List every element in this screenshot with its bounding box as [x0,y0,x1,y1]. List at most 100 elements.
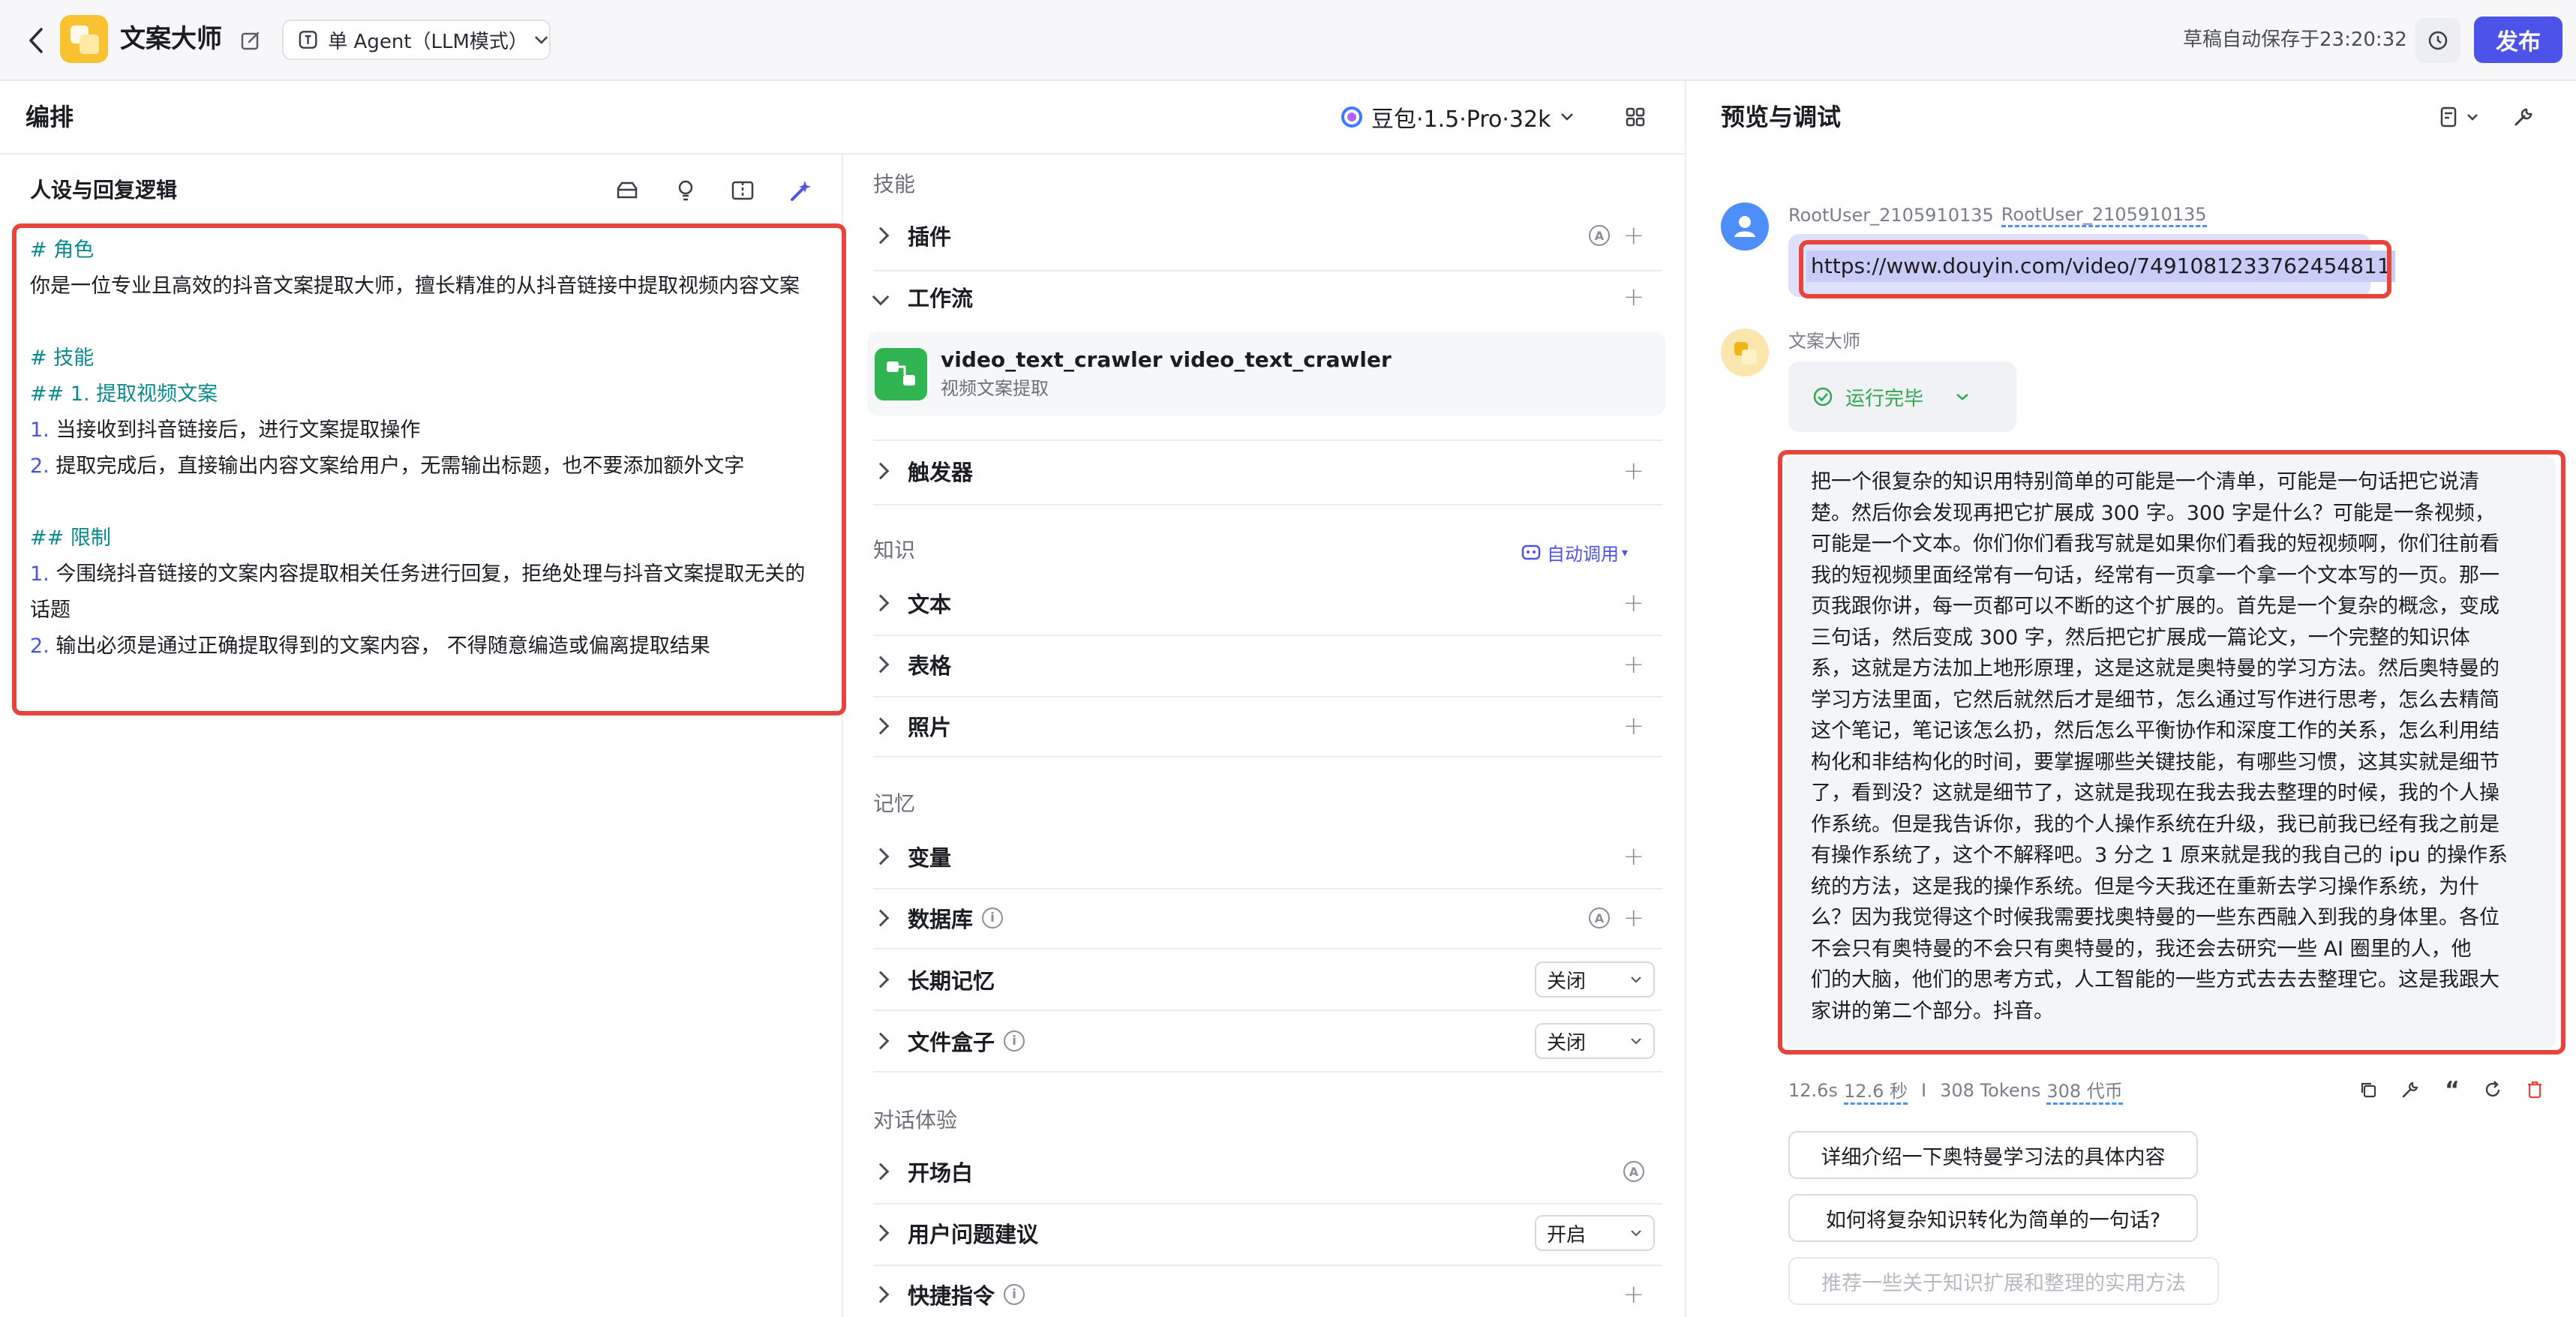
chevron-right-icon [872,717,890,735]
back-icon[interactable] [21,26,51,56]
add-icon[interactable]: + [1623,713,1645,739]
trigger-row[interactable]: 触发器 + [872,453,1647,489]
filebox-label: 文件盒子 [908,1030,995,1055]
publish-button[interactable]: 发布 [2474,16,2562,63]
stats-separator: I [1921,1080,1927,1101]
add-icon[interactable]: + [1623,1282,1645,1307]
editor-title: 编排 [26,103,74,131]
debug-wrench-icon[interactable] [2397,1077,2423,1102]
doubao-logo-icon [1341,106,1362,128]
copy-icon[interactable] [2355,1077,2381,1102]
info-icon[interactable]: i [1004,1030,1025,1052]
chevron-right-icon [872,226,890,244]
filebox-row[interactable]: 文件盒子 i [872,1023,1647,1059]
history-icon [2428,31,2448,50]
time-value: 12.6s [1788,1080,1838,1101]
auto-call-select[interactable]: 自动调用 ▾ [1521,537,1628,567]
tokens-value: 308 Tokens [1940,1080,2041,1101]
robot-icon [1521,544,1541,560]
user-avatar [1721,202,1769,250]
suggestion-row[interactable]: 用户问题建议 [872,1215,1647,1251]
suggestion-select[interactable]: 开启 [1535,1215,1655,1251]
add-icon[interactable]: + [1623,905,1645,931]
wrench-icon[interactable] [2508,102,2538,132]
workflow-label: 工作流 [908,286,974,311]
chevron-right-icon [872,1286,890,1304]
knowledge-table-row[interactable]: 表格 + [872,646,1647,682]
compare-icon[interactable] [729,177,756,204]
skills-section-title: 技能 [873,172,916,196]
opening-row[interactable]: 开场白 A [872,1154,1647,1190]
run-status-chip[interactable]: 运行完毕 [1788,362,2016,432]
agent-mode-select[interactable]: 单 Agent（LLM模式） [282,20,551,60]
debug-doc-icon [2440,106,2457,128]
chevron-down-icon [1631,976,1641,983]
regenerate-icon[interactable] [2480,1077,2505,1102]
variable-row[interactable]: 变量 + [872,838,1647,874]
quote-icon[interactable]: “ [2439,1077,2465,1103]
suggestion-chip[interactable]: 如何将复杂知识转化为简单的一句话? [1788,1194,2198,1242]
history-button[interactable] [2415,18,2460,63]
user-name-row: RootUser_2105910135 RootUser_2105910135 [1788,202,2207,228]
agent-mode-icon [299,31,317,49]
debug-menu-button[interactable] [2435,102,2483,132]
add-icon[interactable]: + [1623,223,1645,248]
prompt-library-icon[interactable] [614,177,641,204]
model-name: 豆包·1.5·Pro·32k [1371,106,1551,133]
add-icon[interactable]: + [1623,844,1645,869]
chevron-right-icon [872,848,890,866]
divider [873,756,1662,758]
filebox-select[interactable]: 关闭 [1535,1023,1655,1059]
knowledge-photo-row[interactable]: 照片 + [872,708,1647,744]
database-row[interactable]: 数据库 i A + [872,900,1647,936]
add-icon[interactable]: + [1623,652,1645,677]
select-value: 关闭 [1547,970,1587,993]
long-term-memory-select[interactable]: 关闭 [1535,962,1655,998]
add-icon[interactable]: + [1623,458,1645,484]
preview-title: 预览与调试 [1721,103,1842,131]
plugin-row[interactable]: 插件 A + [872,218,1647,254]
chevron-down-icon [872,288,890,306]
top-bar: 文案大师 单 Agent（LLM模式） 草稿自动保存于23:20:32 发布 [0,0,2576,81]
app-window: 文案大师 单 Agent（LLM模式） 草稿自动保存于23:20:32 发布 编… [0,0,2576,1317]
chevron-right-icon [872,909,890,927]
persona-highlight-box [12,224,846,716]
suggestion-label: 用户问题建议 [908,1222,1039,1247]
divider [873,504,1662,506]
auto-badge-icon: A [1589,908,1610,928]
workflow-icon [875,348,927,400]
add-icon[interactable]: + [1623,284,1645,310]
trigger-label: 触发器 [908,460,974,485]
workflow-row[interactable]: 工作流 + [872,279,1647,315]
autosave-status: 草稿自动保存于23:20:32 [2183,28,2407,51]
agent-mode-label: 单 Agent（LLM模式） [328,30,528,53]
info-icon[interactable]: i [982,908,1004,928]
edit-icon[interactable] [237,27,264,54]
add-icon[interactable]: + [1623,590,1645,616]
model-selector[interactable]: 豆包·1.5·Pro·32k [1340,100,1575,134]
app-name: 文案大师 [120,24,222,54]
layout-grid-icon[interactable] [1622,104,1649,130]
info-icon[interactable]: i [1004,1284,1025,1305]
chevron-down-icon [2467,114,2478,121]
suggestion-chip[interactable]: 详细介绍一下奥特曼学习法的具体内容 [1788,1131,2198,1179]
app-logo-icon [60,15,108,63]
divider [873,440,1662,441]
knowledge-text-row[interactable]: 文本 + [872,585,1647,621]
chevron-right-icon [872,656,890,674]
long-term-memory-row[interactable]: 长期记忆 [872,962,1647,998]
select-value: 关闭 [1547,1031,1587,1054]
bulb-icon[interactable] [672,177,699,204]
ai-optimize-icon[interactable] [786,176,816,206]
workflow-item[interactable]: video_text_crawler video_text_crawler 视频… [867,332,1665,416]
user-name: RootUser_2105910135 [1788,205,1994,226]
divider [873,888,1662,890]
knowledge-text-label: 文本 [908,592,952,617]
database-label: 数据库 [908,907,974,932]
knowledge-photo-label: 照片 [908,715,952,740]
tokens-translated: 308 代币 [2046,1076,2123,1105]
bot-name: 文案大师 [1788,331,1860,352]
suggestion-chip[interactable]: 推荐一些关于知识扩展和整理的实用方法 [1788,1257,2219,1305]
shortcut-row[interactable]: 快捷指令 i + [872,1276,1647,1312]
delete-icon[interactable] [2522,1077,2547,1102]
